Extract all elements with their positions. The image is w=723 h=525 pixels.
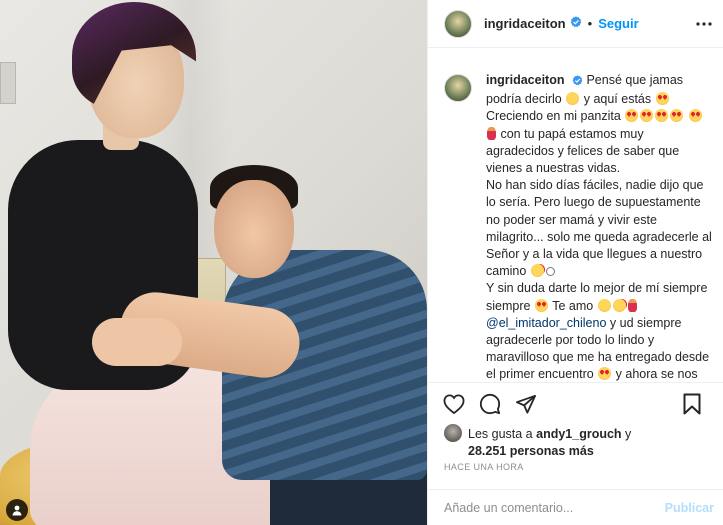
photo-man-head — [214, 180, 294, 278]
comment-input[interactable] — [444, 500, 665, 515]
likes-count-link[interactable]: 28.251 personas más — [444, 443, 714, 460]
likes-conjunction: y — [625, 427, 632, 441]
heart-eyes-emoji-icon — [598, 367, 612, 381]
user-tag-glyph — [12, 505, 22, 516]
comment-icon[interactable] — [478, 392, 502, 416]
photo-light-switch — [0, 62, 16, 104]
caption-part-5: No han sido días fáciles, nadie dijo que… — [486, 178, 712, 279]
verified-badge-icon — [570, 16, 582, 31]
heart-eyes-emoji-icon — [688, 109, 702, 123]
caption-comment: ingridaceiton Pensé que jamas podría dec… — [428, 48, 723, 382]
add-comment-bar: Publicar — [428, 489, 723, 525]
verified-badge-icon — [572, 74, 583, 91]
caption-mention-link[interactable]: @el_imitador_chileno — [486, 316, 606, 330]
smiling-face-with-hearts-emoji-icon — [612, 298, 626, 312]
caption-avatar[interactable] — [444, 74, 472, 102]
caption-part-3: Creciendo en mi panzita — [486, 109, 621, 124]
heart-eyes-emoji-icon — [625, 109, 639, 123]
pregnant-woman-emoji-icon — [627, 298, 637, 312]
liker-avatar[interactable] — [444, 424, 462, 442]
instagram-post: ingridaceiton • Seguir ingridaceiton Pen… — [0, 0, 723, 525]
comments-section[interactable]: ingridaceiton Pensé que jamas podría dec… — [428, 48, 723, 382]
bookmark-icon[interactable] — [680, 392, 704, 416]
smiling-face-emoji-icon — [597, 298, 611, 312]
heart-eyes-emoji-icon — [655, 109, 669, 123]
header-username[interactable]: ingridaceiton — [484, 16, 566, 31]
smiling-face-with-hearts-emoji-icon — [530, 264, 544, 278]
follow-button[interactable]: Seguir — [598, 16, 638, 31]
caption-part-4: con tu papá estamos muy agradecidos y fe… — [486, 126, 680, 176]
heart-eyes-emoji-icon — [655, 92, 669, 106]
post-header: ingridaceiton • Seguir — [428, 0, 723, 48]
share-icon[interactable] — [514, 392, 538, 416]
photo-hands — [92, 318, 182, 366]
likes-summary: Les gusta a andy1_grouch y 28.251 person… — [444, 424, 714, 460]
heart-eyes-emoji-icon — [670, 109, 684, 123]
pregnant-woman-emoji-icon — [487, 126, 496, 140]
caption-part-6: Y sin duda darte lo mejor de mí siempre … — [486, 281, 708, 313]
post-photo[interactable] — [0, 0, 427, 525]
post-actions-bar — [428, 382, 723, 424]
publish-button[interactable]: Publicar — [665, 501, 714, 515]
more-horizontal-icon[interactable] — [694, 14, 714, 34]
relieved-face-emoji-icon — [566, 92, 580, 106]
post-timestamp[interactable]: HACE UNA HORA — [444, 462, 524, 472]
caption-part-2: y aquí estás — [583, 92, 652, 107]
heart-eyes-emoji-icon — [534, 298, 548, 312]
caption-text: ingridaceiton Pensé que jamas podría dec… — [486, 72, 712, 382]
user-tag-icon[interactable] — [6, 499, 28, 521]
likes-prefix: Les gusta a — [468, 427, 533, 441]
heart-eyes-emoji-icon — [640, 109, 654, 123]
smiling-face-outline-emoji-icon — [545, 267, 555, 277]
header-separator: • — [587, 16, 593, 31]
post-side-panel: ingridaceiton • Seguir ingridaceiton Pen… — [427, 0, 723, 525]
heart-icon[interactable] — [442, 392, 466, 416]
caption-username[interactable]: ingridaceiton — [486, 73, 564, 87]
avatar[interactable] — [444, 9, 472, 38]
likes-user-link[interactable]: andy1_grouch — [536, 427, 621, 441]
caption-part-7: Te amo — [552, 298, 594, 313]
